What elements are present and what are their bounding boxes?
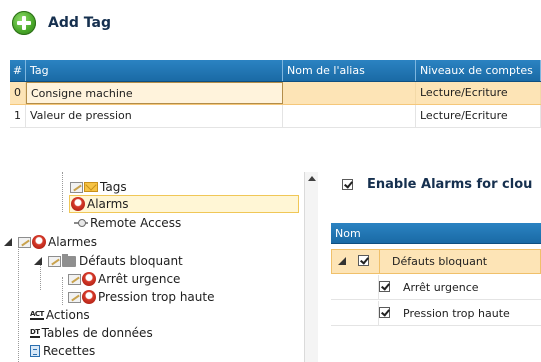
group-checkbox[interactable] xyxy=(358,255,369,266)
tree-item-label: Actions xyxy=(45,308,90,322)
tree-scrollbar[interactable] xyxy=(304,172,318,362)
alarm-bell-icon xyxy=(82,290,96,304)
tree-guide xyxy=(62,277,63,305)
alarms-panel: Enable Alarms for clou Nom Défauts bloqu… xyxy=(331,172,541,362)
row-gutter xyxy=(331,274,390,300)
row-gutter xyxy=(331,300,390,326)
row-number: 0 xyxy=(10,82,26,104)
row-number: 1 xyxy=(10,105,26,127)
column-header-access-level[interactable]: Niveaux de comptes xyxy=(416,60,541,81)
tree-item-alarmes[interactable]: Alarmes xyxy=(4,233,97,251)
remote-access-icon xyxy=(74,219,88,227)
tag-name-cell[interactable]: Consigne machine xyxy=(26,82,283,104)
alias-cell[interactable] xyxy=(283,105,416,127)
collapse-arrow-icon[interactable] xyxy=(34,257,42,265)
alarm-bell-icon xyxy=(32,235,46,249)
enable-alarms-label: Enable Alarms for clou xyxy=(367,177,533,192)
recipe-document-icon xyxy=(30,345,40,357)
edit-icon xyxy=(48,255,61,267)
tree-item-label: Remote Access xyxy=(90,216,182,230)
tree-item-recettes[interactable]: Recettes xyxy=(30,342,95,360)
data-table-icon: DT xyxy=(30,327,40,338)
table-row[interactable]: 1 Valeur de pression Lecture/Ecriture xyxy=(10,105,541,128)
alarm-bell-icon xyxy=(82,272,96,286)
column-header-number[interactable]: # xyxy=(10,60,26,81)
envelope-icon xyxy=(84,182,98,192)
add-tag-button[interactable]: Add Tag xyxy=(12,10,111,36)
collapse-arrow-icon[interactable] xyxy=(4,238,12,246)
list-item[interactable]: Arrêt urgence xyxy=(331,274,541,300)
actions-icon: ACT xyxy=(30,309,44,320)
alarm-bell-icon xyxy=(71,197,85,211)
tree-item-label: Alarmes xyxy=(48,235,97,249)
access-level-cell[interactable]: Lecture/Ecriture xyxy=(416,82,541,104)
edit-icon xyxy=(70,181,83,193)
alarm-checkbox[interactable] xyxy=(379,280,390,292)
column-header-alias[interactable]: Nom de l'alias xyxy=(283,60,416,81)
tree-item-label: Alarms xyxy=(87,197,129,211)
group-label: Défauts bloquant xyxy=(392,255,488,268)
tree-item-label: Arrêt urgence xyxy=(98,272,181,286)
plus-circle-icon xyxy=(12,11,36,35)
tree-item-alarms[interactable]: Alarms xyxy=(69,195,299,213)
tree-item-actions[interactable]: ACT Actions xyxy=(30,306,90,324)
tree-item-label: Défauts bloquant xyxy=(79,254,183,268)
tree-item-tables-de-donnees[interactable]: DT Tables de données xyxy=(30,324,153,342)
add-tag-label: Add Tag xyxy=(48,15,111,31)
list-item[interactable]: Pression trop haute xyxy=(331,300,541,326)
tree-item-remote-access[interactable]: Remote Access xyxy=(74,214,181,232)
tags-grid: # Tag Nom de l'alias Niveaux de comptes … xyxy=(10,60,541,128)
scroll-up-arrow-icon[interactable] xyxy=(308,176,316,181)
tree-item-label: Pression trop haute xyxy=(98,290,215,304)
edit-icon xyxy=(68,273,81,285)
project-tree: Tags Alarms Remote Access Alarmes Défaut… xyxy=(0,172,318,362)
tree-guide xyxy=(18,242,19,362)
tree-item-arret-urgence[interactable]: Arrêt urgence xyxy=(68,270,180,288)
alarm-checkbox[interactable] xyxy=(379,306,390,318)
enable-alarms-checkbox[interactable] xyxy=(342,179,353,190)
column-header-name[interactable]: Nom xyxy=(331,223,541,244)
enable-alarms-cloud-option[interactable]: Enable Alarms for clou xyxy=(342,177,532,192)
tags-grid-header: # Tag Nom de l'alias Niveaux de comptes xyxy=(10,60,541,82)
alarm-group-row[interactable]: Défauts bloquant xyxy=(331,249,541,274)
folder-icon xyxy=(62,253,76,267)
tree-item-label: Recettes xyxy=(43,344,96,358)
tree-item-label: Tags xyxy=(100,180,127,194)
tag-name-cell[interactable]: Valeur de pression xyxy=(26,105,283,127)
alias-cell[interactable] xyxy=(283,82,416,104)
tree-guide xyxy=(62,172,63,212)
row-gutter xyxy=(332,249,380,274)
tree-item-label: Tables de données xyxy=(41,326,153,340)
table-row[interactable]: 0 Consigne machine Lecture/Ecriture xyxy=(10,82,541,105)
collapse-arrow-icon[interactable] xyxy=(338,257,346,265)
column-header-tag[interactable]: Tag xyxy=(26,60,283,81)
alarm-label: Arrêt urgence xyxy=(403,280,479,294)
edit-icon xyxy=(68,291,81,303)
tree-item-tags[interactable]: Tags xyxy=(70,178,127,196)
edit-icon xyxy=(18,236,31,248)
access-level-cell[interactable]: Lecture/Ecriture xyxy=(416,105,541,127)
tree-item-defauts-bloquant[interactable]: Défauts bloquant xyxy=(34,252,183,270)
tree-item-pression-trop-haute[interactable]: Pression trop haute xyxy=(68,288,214,306)
alarm-label: Pression trop haute xyxy=(403,306,510,320)
